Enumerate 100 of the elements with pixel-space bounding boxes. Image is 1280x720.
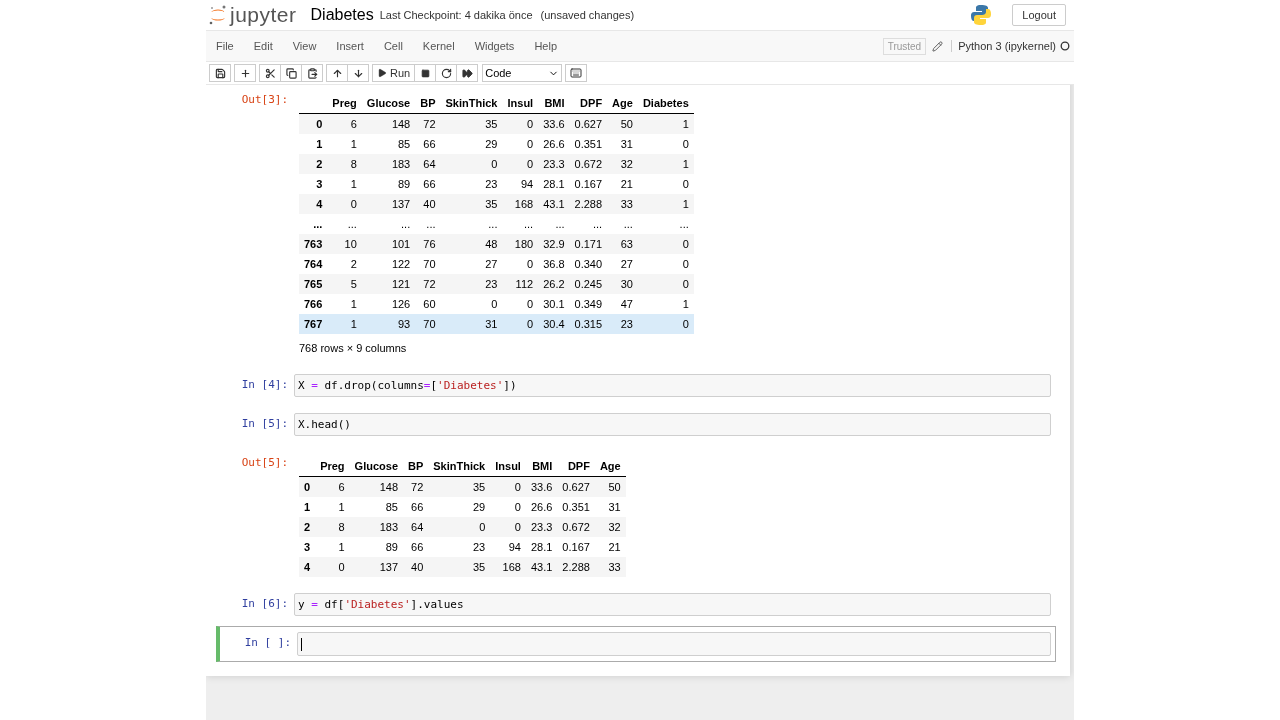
table-cell: 8 xyxy=(315,517,350,537)
table-cell: 94 xyxy=(502,174,539,194)
table-cell: ... xyxy=(327,214,362,234)
table-cell: 0 xyxy=(315,557,350,577)
command-palette-button[interactable] xyxy=(565,64,588,82)
table-cell: 0.627 xyxy=(557,476,595,497)
table-cell: 28.1 xyxy=(525,537,558,557)
move-up-button[interactable] xyxy=(326,64,348,82)
play-icon xyxy=(377,68,387,78)
table-cell: 30 xyxy=(607,274,638,294)
table-cell: 0.351 xyxy=(557,497,595,517)
scissors-icon xyxy=(264,67,276,79)
table-cell: 66 xyxy=(415,134,441,154)
column-header: Diabetes xyxy=(637,93,694,114)
stop-button[interactable] xyxy=(414,64,437,82)
edit-icon[interactable] xyxy=(932,40,944,52)
table-cell: 137 xyxy=(349,557,403,577)
table-cell: 137 xyxy=(361,194,416,214)
table-cell: 47 xyxy=(607,294,638,314)
table-cell: 30.1 xyxy=(538,294,570,314)
column-header: DPF xyxy=(557,456,595,477)
notebook-name[interactable]: Diabetes xyxy=(310,6,374,24)
restart-button[interactable] xyxy=(435,64,458,82)
table-cell: ... xyxy=(440,214,503,234)
arrow-down-icon xyxy=(352,67,364,79)
table-cell: 66 xyxy=(403,497,429,517)
menu-item[interactable]: Insert xyxy=(328,40,376,52)
table-cell: 21 xyxy=(607,174,638,194)
column-header: BP xyxy=(403,456,429,477)
table-cell: 33.6 xyxy=(538,113,570,134)
table-cell: 26.6 xyxy=(538,134,570,154)
plus-icon xyxy=(239,67,251,79)
table-cell: 32 xyxy=(607,154,638,174)
row-index: 765 xyxy=(299,274,328,294)
row-index: 3 xyxy=(299,537,316,557)
row-index: 1 xyxy=(299,134,328,154)
menu-item[interactable]: Cell xyxy=(375,40,415,52)
code-cell[interactable]: In [4]: X = df.drop(columns=['Diabetes']) xyxy=(216,368,1056,403)
table-cell: 0 xyxy=(502,294,539,314)
insert-cell-button[interactable] xyxy=(234,64,256,82)
table-cell: 31 xyxy=(594,497,626,517)
output-prompt: Out[3]: xyxy=(240,92,289,108)
code-editor[interactable]: X = df.drop(columns=['Diabetes']) xyxy=(294,374,1051,397)
table-cell: 0 xyxy=(490,517,526,537)
keyboard-icon xyxy=(570,67,583,79)
table-cell: ... xyxy=(502,214,539,234)
table-cell: 0 xyxy=(502,134,539,154)
table-cell: 122 xyxy=(361,254,416,274)
column-header: Glucose xyxy=(349,456,403,477)
menu-item[interactable]: Edit xyxy=(245,40,285,52)
table-cell: 168 xyxy=(502,194,539,214)
code-editor[interactable]: y = df['Diabetes'].values xyxy=(294,593,1051,616)
table-cell: 64 xyxy=(403,517,429,537)
menu-item[interactable]: Kernel xyxy=(414,40,467,52)
logout-button[interactable]: Logout xyxy=(1012,4,1066,26)
table-cell: 48 xyxy=(440,234,503,254)
menu-item[interactable]: View xyxy=(284,40,329,52)
menu-item[interactable]: Help xyxy=(526,40,569,52)
save-button[interactable] xyxy=(209,64,231,82)
table-cell: 0.245 xyxy=(569,274,608,294)
table-cell: 5 xyxy=(327,274,362,294)
menu-item[interactable]: File xyxy=(208,40,246,52)
table-cell: ... xyxy=(637,214,694,234)
column-header: BP xyxy=(415,93,441,114)
table-cell: 112 xyxy=(502,274,539,294)
table-cell: 93 xyxy=(361,314,416,334)
copy-button[interactable] xyxy=(280,64,302,82)
table-cell: 0 xyxy=(502,314,539,334)
run-button[interactable]: Run xyxy=(372,64,416,82)
table-cell: 1 xyxy=(327,314,362,334)
table-cell: 0 xyxy=(502,254,539,274)
table-cell: 0 xyxy=(637,134,694,154)
table-cell: 33 xyxy=(594,557,626,577)
table-cell: 0.340 xyxy=(569,254,608,274)
table-cell: 0 xyxy=(490,497,526,517)
cell-type-select[interactable]: Code xyxy=(482,64,563,82)
table-cell: 183 xyxy=(361,154,416,174)
column-header: Preg xyxy=(315,456,350,477)
table-cell: 0.672 xyxy=(557,517,595,537)
restart-icon xyxy=(440,67,452,79)
table-cell: 1 xyxy=(637,194,694,214)
code-cell[interactable]: In [ ]: xyxy=(216,626,1056,662)
table-cell: 8 xyxy=(327,154,362,174)
code-editor[interactable]: X.head() xyxy=(294,413,1051,436)
table-shape-text: 768 rows × 9 columns xyxy=(299,342,408,354)
table-cell: 1 xyxy=(327,294,362,314)
column-header: Insul xyxy=(490,456,526,477)
menu-item[interactable]: Widgets xyxy=(466,40,527,52)
table-cell: 33 xyxy=(607,194,638,214)
move-down-button[interactable] xyxy=(347,64,369,82)
input-prompt: In [4]: xyxy=(240,377,289,393)
cut-button[interactable] xyxy=(259,64,281,82)
table-cell: 0 xyxy=(440,154,503,174)
restart-run-all-button[interactable] xyxy=(456,64,479,82)
paste-button[interactable] xyxy=(301,64,323,82)
code-cell[interactable]: In [6]: y = df['Diabetes'].values xyxy=(216,587,1056,622)
column-header: Preg xyxy=(327,93,362,114)
table-cell: 35 xyxy=(428,557,491,577)
table-cell: 180 xyxy=(502,234,539,254)
code-cell[interactable]: In [5]: X.head() xyxy=(216,407,1056,442)
